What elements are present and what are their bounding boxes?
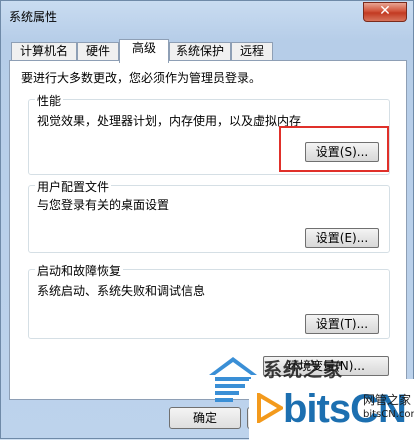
user-profile-settings-button[interactable]: 设置(E)... (305, 228, 379, 248)
performance-desc: 视觉效果，处理器计划，内存使用，以及虚拟内存 (37, 114, 302, 128)
admin-notice: 要进行大多数更改，您必须作为管理员登录。 (21, 71, 262, 85)
startup-recovery-title: 启动和故障恢复 (35, 262, 124, 279)
window-title: 系统属性 (9, 10, 58, 24)
tab-hardware[interactable]: 硬件 (77, 42, 119, 61)
close-icon: ✕ (379, 3, 391, 19)
watermark-play-icon (257, 393, 283, 423)
ok-button[interactable]: 确定 (169, 407, 241, 429)
performance-title: 性能 (35, 92, 64, 109)
tab-remote[interactable]: 远程 (231, 42, 273, 61)
tab-system-protection[interactable]: 系统保护 (169, 42, 231, 61)
user-profile-title: 用户配置文件 (35, 178, 112, 195)
watermark-subtitle: 网管之家 (363, 393, 412, 407)
user-profile-desc: 与您登录有关的桌面设置 (37, 198, 170, 212)
watermark-ghost-text: 系统之家 (263, 359, 344, 381)
highlight-box (279, 126, 389, 172)
tab-advanced[interactable]: 高级 (119, 39, 169, 63)
title-bar[interactable]: 系统属性 ✕ (1, 1, 413, 35)
startup-recovery-desc: 系统启动、系统失败和调试信息 (37, 284, 206, 298)
close-button[interactable]: ✕ (363, 2, 407, 22)
tab-strip: 计算机名 硬件 高级 系统保护 远程 (9, 39, 407, 63)
startup-settings-button[interactable]: 设置(T)... (305, 314, 379, 334)
tab-computer-name[interactable]: 计算机名 (11, 42, 77, 61)
system-properties-window: 系统属性 ✕ 计算机名 硬件 高级 系统保护 远程 要进行大多数更改，您必须作为… (0, 0, 414, 440)
watermark-url: bitsCN.com (363, 409, 414, 420)
